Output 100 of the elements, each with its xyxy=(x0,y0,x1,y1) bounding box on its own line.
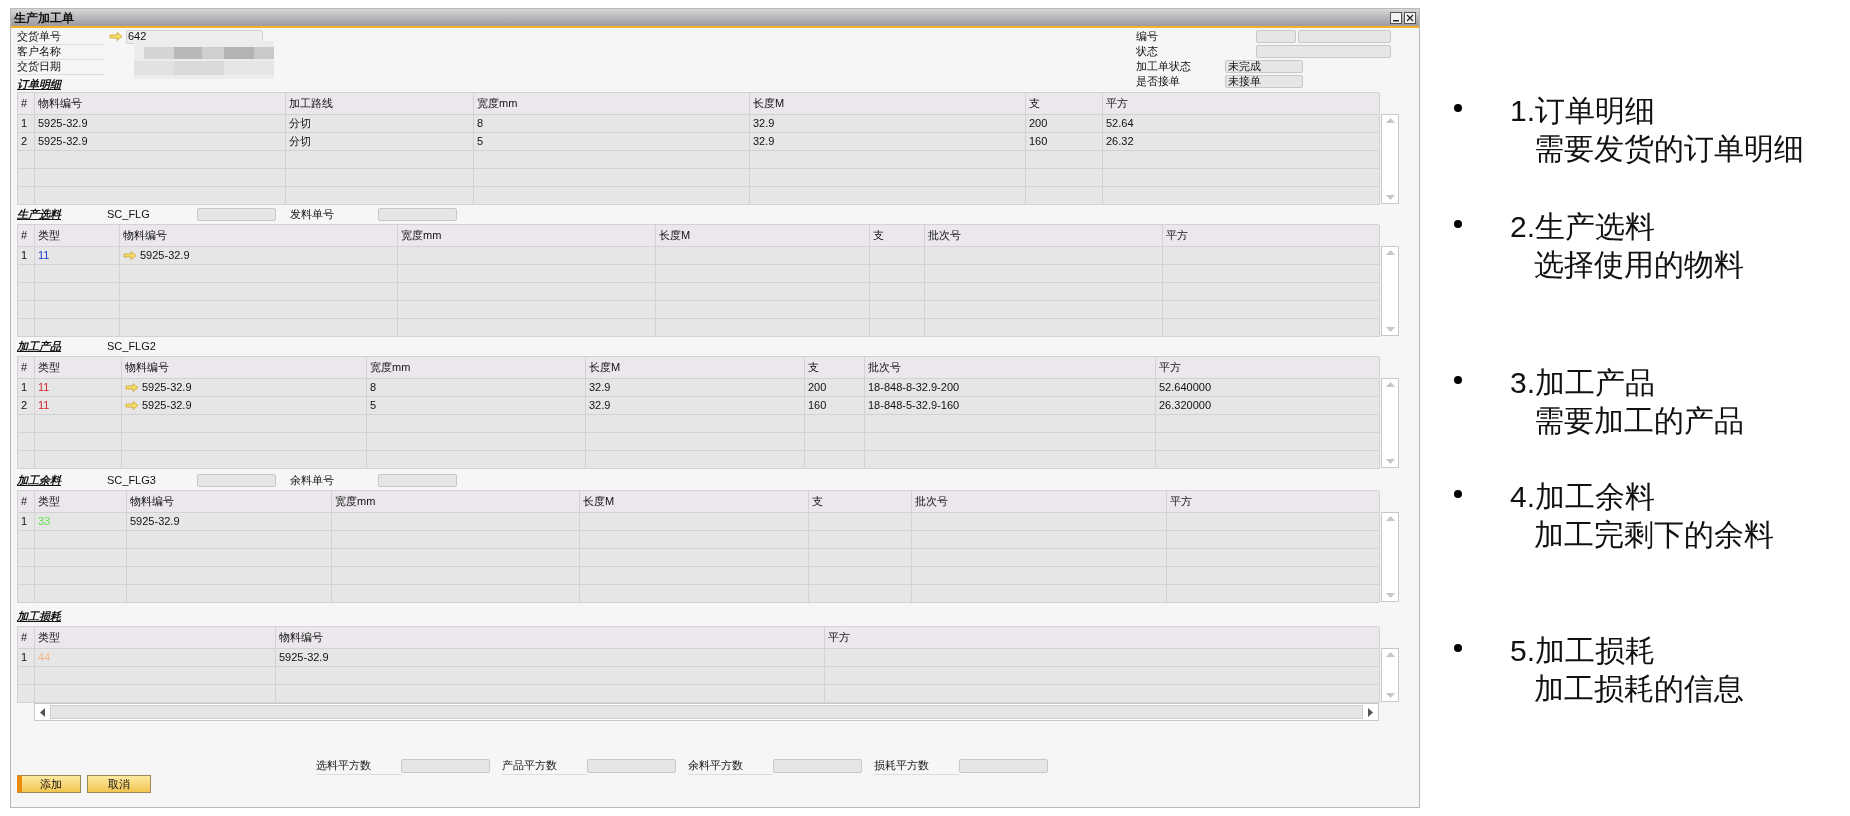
column-header[interactable]: # xyxy=(18,225,35,247)
column-header[interactable]: 长度M xyxy=(656,225,870,247)
action-button[interactable]: 取消 xyxy=(87,775,151,793)
column-header[interactable]: 类型 xyxy=(35,225,120,247)
bullet-icon xyxy=(1454,376,1462,384)
arrow-icon[interactable] xyxy=(109,32,123,41)
annotation-title: 1.订单明细 xyxy=(1510,93,1657,129)
scroll-right-icon[interactable] xyxy=(1368,707,1373,717)
input-field[interactable] xyxy=(197,208,276,221)
input-field[interactable] xyxy=(197,474,276,487)
column-header[interactable]: 支 xyxy=(870,225,925,247)
vertical-scrollbar[interactable] xyxy=(1381,648,1399,702)
section-title: 订单明细 xyxy=(17,77,63,92)
table-cell: 5 xyxy=(474,133,750,151)
input-field[interactable] xyxy=(587,759,676,773)
scroll-down-icon[interactable] xyxy=(1385,459,1395,464)
scroll-up-icon[interactable] xyxy=(1385,652,1395,657)
annotation-title: 4.加工余料 xyxy=(1510,479,1657,515)
field-label: 交货日期 xyxy=(17,57,105,76)
input-field[interactable] xyxy=(773,759,862,773)
column-header[interactable]: 类型 xyxy=(35,357,122,379)
column-header[interactable]: 平方 xyxy=(1163,225,1380,247)
column-header[interactable]: 支 xyxy=(1026,93,1103,115)
column-header[interactable]: 平方 xyxy=(1103,93,1380,115)
input-field[interactable] xyxy=(1256,30,1296,43)
input-field[interactable] xyxy=(401,759,490,773)
bullet-icon xyxy=(1454,220,1462,228)
column-header[interactable]: 支 xyxy=(805,357,865,379)
column-header[interactable]: 批次号 xyxy=(925,225,1163,247)
column-header[interactable]: 物料编号 xyxy=(122,357,367,379)
scroll-down-icon[interactable] xyxy=(1385,195,1395,200)
input-field[interactable] xyxy=(1298,30,1391,43)
annotation-detail: 加工损耗的信息 xyxy=(1534,671,1744,707)
vertical-scrollbar[interactable] xyxy=(1381,378,1399,468)
column-header[interactable]: 物料编号 xyxy=(276,627,825,649)
arrow-icon[interactable] xyxy=(125,383,139,392)
column-header[interactable]: 长度M xyxy=(580,491,809,513)
column-header[interactable]: 批次号 xyxy=(865,357,1156,379)
vertical-scrollbar[interactable] xyxy=(1381,114,1399,204)
scroll-up-icon[interactable] xyxy=(1385,382,1395,387)
column-header[interactable]: 支 xyxy=(809,491,912,513)
scroll-down-icon[interactable] xyxy=(1385,693,1395,698)
arrow-icon[interactable] xyxy=(123,251,137,260)
table-cell xyxy=(805,451,865,469)
input-field[interactable] xyxy=(378,208,457,221)
column-header[interactable]: 宽度mm xyxy=(332,491,580,513)
vertical-scrollbar[interactable] xyxy=(1381,512,1399,602)
minimize-icon[interactable] xyxy=(1390,11,1402,24)
vertical-scrollbar[interactable] xyxy=(1381,246,1399,336)
scroll-up-icon[interactable] xyxy=(1385,516,1395,521)
table-cell: 分切 xyxy=(286,115,474,133)
input-field[interactable] xyxy=(1256,45,1391,58)
table-cell xyxy=(870,319,925,337)
column-header[interactable]: # xyxy=(18,357,35,379)
close-icon[interactable] xyxy=(1404,11,1416,24)
column-header[interactable]: 平方 xyxy=(825,627,1380,649)
scroll-up-icon[interactable] xyxy=(1385,118,1395,123)
field-label: 加工单状态 xyxy=(1136,59,1192,75)
field-label: 交货单号 xyxy=(17,27,105,46)
table-cell: 5925-32.9 xyxy=(35,133,286,151)
column-header[interactable]: 宽度mm xyxy=(398,225,656,247)
table-cell: 44 xyxy=(35,649,276,667)
input-field[interactable]: 未接单 xyxy=(1225,75,1303,88)
input-field[interactable] xyxy=(378,474,457,487)
scroll-down-icon[interactable] xyxy=(1385,327,1395,332)
column-header[interactable]: 长度M xyxy=(750,93,1026,115)
action-button[interactable]: 添加 xyxy=(17,775,81,793)
table-cell: 32.9 xyxy=(586,397,805,415)
column-header[interactable]: 平方 xyxy=(1167,491,1380,513)
column-header[interactable]: 平方 xyxy=(1156,357,1380,379)
bullet-icon xyxy=(1454,104,1462,112)
horizontal-scrollbar[interactable] xyxy=(34,703,1379,721)
input-field[interactable] xyxy=(959,759,1048,773)
column-header[interactable]: 物料编号 xyxy=(35,93,286,115)
scroll-down-icon[interactable] xyxy=(1385,593,1395,598)
column-header[interactable]: 类型 xyxy=(35,491,127,513)
table-cell: 160 xyxy=(805,397,865,415)
column-header[interactable]: 物料编号 xyxy=(120,225,398,247)
column-header[interactable]: 批次号 xyxy=(912,491,1167,513)
table-cell: 52.64 xyxy=(1103,115,1380,133)
column-header[interactable]: 加工路线 xyxy=(286,93,474,115)
column-header[interactable]: 物料编号 xyxy=(127,491,332,513)
field-label: 状态 xyxy=(1136,44,1159,60)
column-header[interactable]: 类型 xyxy=(35,627,276,649)
scroll-up-icon[interactable] xyxy=(1385,250,1395,255)
scrollbar-thumb[interactable] xyxy=(50,705,1363,719)
column-header[interactable]: 长度M xyxy=(586,357,805,379)
input-field[interactable]: 未完成 xyxy=(1225,60,1303,73)
column-header[interactable]: # xyxy=(18,93,35,115)
column-header[interactable]: # xyxy=(18,491,35,513)
table-cell: 160 xyxy=(1026,133,1103,151)
arrow-icon[interactable] xyxy=(125,401,139,410)
column-header[interactable]: # xyxy=(18,627,35,649)
scroll-left-icon[interactable] xyxy=(40,707,45,717)
column-header[interactable]: 宽度mm xyxy=(474,93,750,115)
section-code: SC_FLG xyxy=(107,207,151,223)
table-cell: 32.9 xyxy=(750,115,1026,133)
column-header[interactable]: 宽度mm xyxy=(367,357,586,379)
table-cell: 33 xyxy=(35,513,127,531)
table-cell: 200 xyxy=(805,379,865,397)
